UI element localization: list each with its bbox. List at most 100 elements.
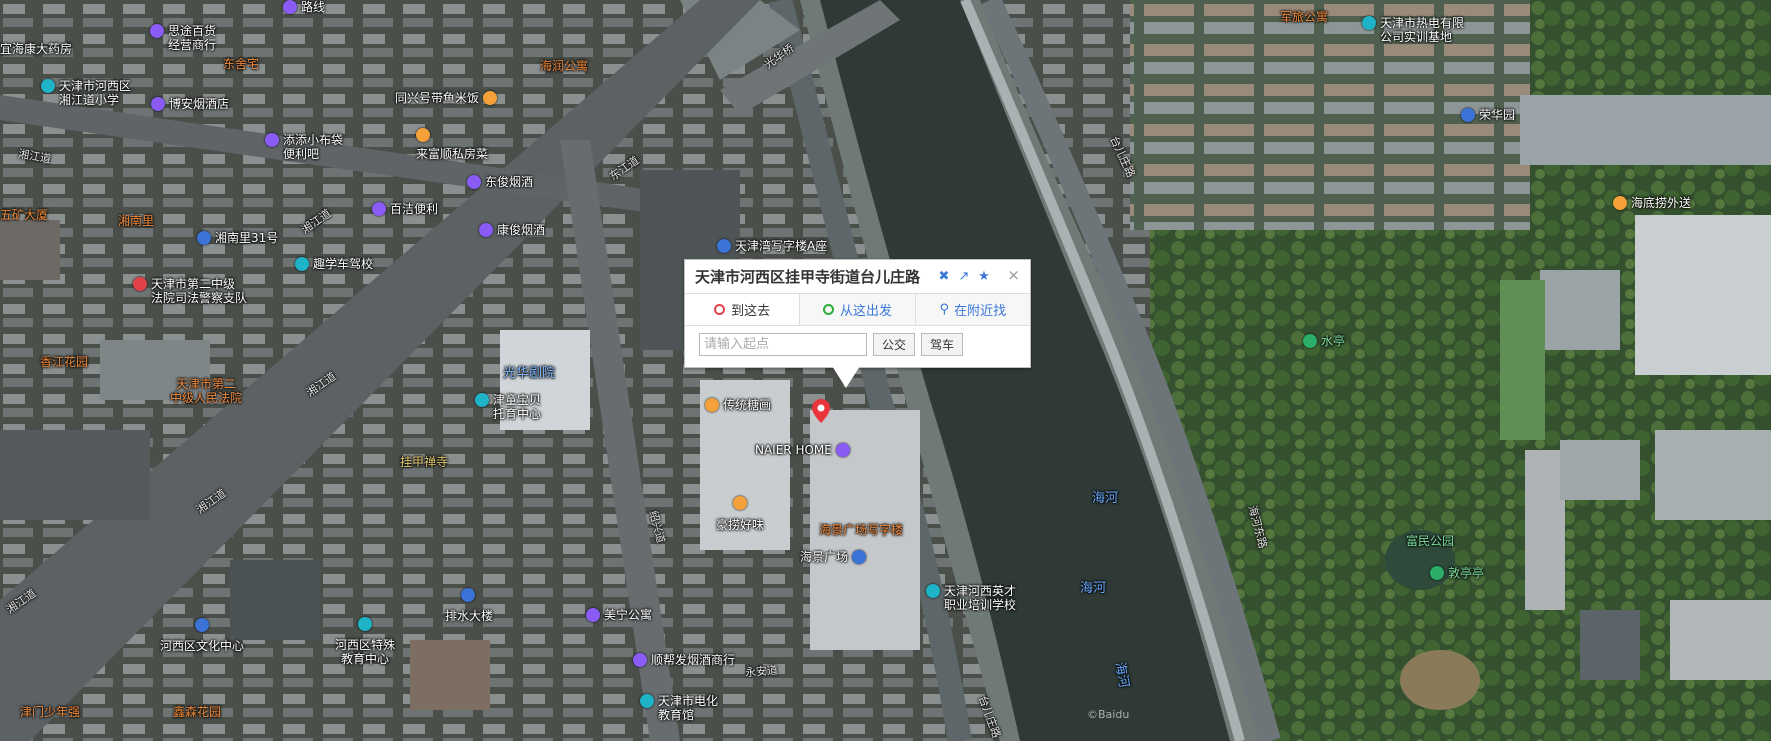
river-label: 海河 [1092, 491, 1119, 506]
poi-tejiao[interactable] [358, 617, 372, 631]
park-pin-icon [1430, 566, 1444, 580]
poi-haijing[interactable]: 海景广场写字楼 [819, 523, 903, 537]
poi-xinsen[interactable]: 鑫森花园 [173, 705, 221, 719]
poi-xiangnan31[interactable]: 湘南里31号 [197, 231, 278, 245]
poi-paishui-label: 排水大楼 [445, 609, 494, 623]
location-marker-icon[interactable] [812, 399, 830, 423]
start-point-input[interactable] [699, 333, 867, 356]
close-button[interactable]: × [1007, 266, 1020, 284]
school-pin-icon [295, 257, 309, 271]
poi-mushenting[interactable]: 敦亭亭 [1430, 566, 1484, 580]
shop-pin-icon [479, 223, 493, 237]
poi-fumin[interactable]: 富民公园 [1406, 534, 1454, 548]
poi-haiyun[interactable]: 海润公寓 [540, 59, 588, 73]
police-pin-icon [133, 277, 147, 291]
river-label: 海河 [1080, 581, 1107, 596]
poi-wenhua[interactable] [195, 618, 209, 632]
poi-xiangjianghy[interactable]: 香江花园 [40, 355, 88, 369]
road-label: 永安道 [744, 663, 779, 680]
building-pin-icon [1461, 108, 1475, 122]
poi-dierfayuan[interactable]: 天津市第二中级 法院司法警察支队 [133, 277, 247, 305]
poi-guajia[interactable]: 挂甲禅寺 [400, 455, 448, 469]
shop-pin-icon [467, 175, 481, 189]
red-dot-icon [714, 304, 726, 315]
food-pin-icon [416, 128, 430, 142]
poi-jinmen[interactable]: 津门少年强 [20, 705, 80, 719]
poi-jintong[interactable]: 津童宝贝 托育中心 [475, 393, 541, 421]
poi-xiangnan[interactable]: 湘南里 [118, 214, 154, 228]
info-window-title: 天津市河西区挂甲寺街道台儿庄路 [695, 268, 921, 286]
shop-pin-icon [151, 97, 165, 111]
poi-yingcai[interactable]: 天津河西英才 职业培训学校 [926, 584, 1016, 612]
building-pin-icon [197, 231, 211, 245]
tab-go-here[interactable]: 到这去 [685, 294, 801, 325]
school-pin-icon [1362, 16, 1376, 30]
poi-haolao[interactable] [733, 496, 747, 510]
school-pin-icon [640, 694, 654, 708]
tab-start-here[interactable]: 从这出发 [800, 294, 916, 325]
poi-laifu[interactable] [416, 128, 430, 142]
food-pin-icon [1613, 196, 1627, 210]
poi-haidilao[interactable]: 海底捞外送 [1613, 196, 1691, 210]
school-pin-icon [41, 79, 55, 93]
bus-button[interactable]: 公交 [873, 333, 916, 356]
poi-tejiao-label: 河西区特殊 教育中心 [335, 638, 396, 666]
route-tabs: 到这去 从这出发 ⚲ 在附近找 [685, 293, 1030, 326]
poi-tongxing[interactable]: 同兴号带鱼米饭 [395, 91, 498, 105]
poi-yihai[interactable]: 宜海康大药房 [0, 42, 72, 56]
food-pin-icon [733, 496, 747, 510]
drive-button[interactable]: 驾车 [921, 333, 964, 356]
poi-haijingsq[interactable]: 海景广场 [800, 550, 867, 564]
building-pin-icon [717, 239, 731, 253]
poi-lujian[interactable]: 路线 [283, 0, 325, 14]
poi-fayuan[interactable]: 天津市第二 中级人民法院 [170, 377, 242, 405]
poi-dongshezhai[interactable]: 东舍宅 [223, 57, 259, 71]
poi-meining[interactable]: 美宁公寓 [586, 608, 652, 622]
poi-guanghua[interactable]: 光华剧院 [503, 367, 555, 381]
school-pin-icon [926, 584, 940, 598]
poi-quxue[interactable]: 趣学车驾校 [295, 257, 373, 271]
poi-xiezilou[interactable]: 天津湾写字楼A座 [717, 239, 827, 253]
poi-redian[interactable]: 天津市热电有限 公司实训基地 [1362, 16, 1464, 44]
school-pin-icon [475, 393, 489, 407]
school-pin-icon [358, 617, 372, 631]
park-pin-icon [1303, 334, 1317, 348]
shop-pin-icon [835, 443, 850, 457]
poi-chuantong[interactable]: 传统糖画 [705, 398, 771, 412]
poi-wukuang[interactable]: 五矿大厦 [0, 208, 48, 222]
poi-wenhua-label: 河西区文化中心 [160, 639, 245, 653]
share-icon[interactable]: ↗ [957, 270, 971, 284]
building-pin-icon [461, 588, 475, 602]
poi-muxi[interactable]: 水亭 [1303, 334, 1345, 348]
shop-pin-icon [633, 653, 647, 667]
food-pin-icon [705, 398, 719, 412]
map-copyright: ©Baidu [1087, 708, 1130, 721]
poi-boan[interactable]: 博安烟酒店 [151, 97, 229, 111]
poi-dianhua[interactable]: 天津市电化 教育馆 [640, 694, 718, 722]
shop-pin-icon [283, 0, 297, 14]
close-x-icon[interactable]: ✖ [937, 270, 951, 284]
poi-haolao-label: 豪捞好味 [716, 518, 765, 532]
route-input-row: 公交 驾车 [699, 333, 964, 356]
map-canvas[interactable]: 路线 思途百货 经营商行 宜海康大药房 东舍宅 海润公寓 天津市河西区 湘江道小… [0, 0, 1771, 741]
poi-laifu-label: 来富顺私房菜 [416, 147, 489, 161]
tab-search-nearby[interactable]: ⚲ 在附近找 [916, 294, 1030, 325]
shop-pin-icon [265, 133, 279, 147]
poi-xiangjiang[interactable]: 天津市河西区 湘江道小学 [41, 79, 131, 107]
poi-kangjun[interactable]: 康俊烟酒 [479, 223, 545, 237]
green-dot-icon [822, 304, 834, 315]
info-window-pointer [832, 366, 860, 388]
poi-shunbang[interactable]: 顺帮发烟酒商行 [633, 653, 735, 667]
shop-pin-icon [372, 202, 386, 216]
poi-naier[interactable]: NAIER HOME [755, 443, 850, 457]
poi-situ[interactable]: 思途百货 经营商行 [150, 24, 216, 52]
star-icon[interactable]: ★ [977, 270, 991, 284]
poi-tiantian[interactable]: 添添小布袋 便利吧 [265, 133, 343, 161]
poi-ronghua[interactable]: 荣华园 [1461, 108, 1515, 122]
poi-baijie[interactable]: 百洁便利 [372, 202, 438, 216]
shop-pin-icon [586, 608, 600, 622]
poi-junlv[interactable]: 军旅公寓 [1280, 10, 1328, 24]
poi-paishui[interactable] [461, 588, 475, 602]
building-pin-icon [852, 550, 867, 564]
poi-dongjun[interactable]: 东俊烟酒 [467, 175, 533, 189]
